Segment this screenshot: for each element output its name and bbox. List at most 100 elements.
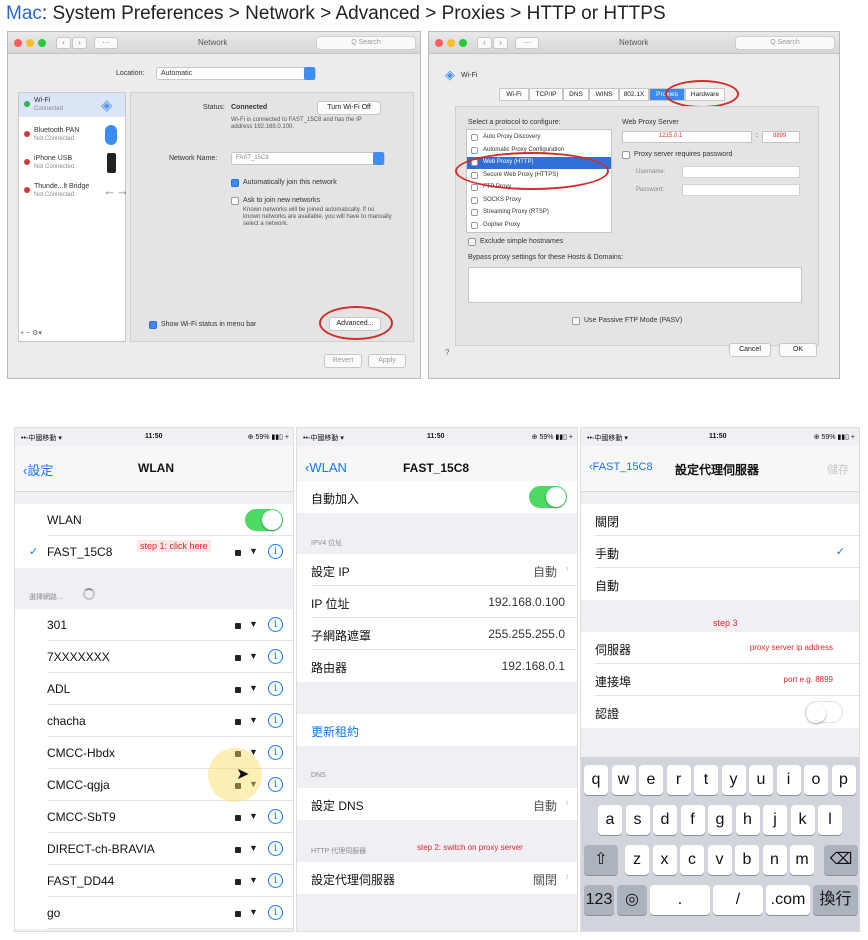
network-list-item[interactable]: ADL ▼ i xyxy=(15,673,293,705)
service-item-thunderbolt[interactable]: Thunde...lt Bridge Not Connected ←→ xyxy=(19,179,129,205)
close-button[interactable] xyxy=(435,39,443,47)
key-z[interactable]: z xyxy=(625,845,649,875)
protocol-checkbox[interactable] xyxy=(471,146,478,154)
forward-button[interactable]: › xyxy=(72,37,87,49)
key-p[interactable]: p xyxy=(831,765,856,795)
period-key[interactable]: . xyxy=(650,885,710,915)
protocol-checkbox[interactable] xyxy=(471,221,478,229)
configure-dns-row[interactable]: 設定 DNS 自動 › xyxy=(297,788,577,820)
authentication-toggle[interactable] xyxy=(805,701,843,723)
tab-tcp-ip[interactable]: TCP/IP xyxy=(529,88,563,101)
protocol-checkbox[interactable] xyxy=(471,209,478,216)
password-field[interactable] xyxy=(682,184,800,196)
info-icon[interactable]: i xyxy=(268,745,283,760)
network-list-item[interactable]: CMCC-SbT9 ▼ i xyxy=(15,801,293,833)
protocol-item[interactable]: SOCKS Proxy xyxy=(467,195,611,207)
username-field[interactable] xyxy=(682,166,800,178)
passive-ftp-checkbox[interactable] xyxy=(572,317,580,325)
key-l[interactable]: l xyxy=(818,805,842,835)
requires-password-checkbox[interactable] xyxy=(622,151,630,159)
tab-wins[interactable]: WINS xyxy=(589,88,619,101)
back-button[interactable]: ‹ xyxy=(477,37,492,49)
key-s[interactable]: s xyxy=(625,805,650,835)
search-field[interactable]: Q Search xyxy=(735,36,835,50)
show-all-button[interactable]: ⋯ xyxy=(515,37,539,49)
service-item-bluetooth[interactable]: Bluetooth PAN Not Connected xyxy=(19,123,125,149)
key-w[interactable]: w xyxy=(611,765,636,795)
apply-button[interactable]: Apply xyxy=(368,354,406,368)
key-n[interactable]: n xyxy=(762,845,787,875)
save-button[interactable]: 儲存 xyxy=(827,461,849,477)
key-f[interactable]: f xyxy=(680,805,705,835)
protocol-item[interactable]: Streaming Proxy (RTSP) xyxy=(467,207,611,219)
delete-key[interactable]: ⌫ xyxy=(824,845,858,875)
cancel-button[interactable]: Cancel xyxy=(729,343,771,357)
key-r[interactable]: r xyxy=(666,765,691,795)
port-row[interactable]: 連接埠 port e.g. 8899 xyxy=(581,664,859,696)
key-m[interactable]: m xyxy=(790,845,814,875)
proxy-auto-row[interactable]: 自動 xyxy=(581,568,859,600)
slash-key[interactable]: / xyxy=(713,885,763,915)
protocol-item[interactable]: Auto Proxy Discovery xyxy=(467,132,611,144)
proxy-manual-row[interactable]: 手動 ✓ xyxy=(581,536,859,568)
connected-network-row[interactable]: ✓ FAST_15C8 step 1: click here ▼ i xyxy=(15,536,293,568)
network-list-item[interactable]: 7XXXXXXX ▼ i xyxy=(15,641,293,673)
key-k[interactable]: k xyxy=(790,805,815,835)
back-button[interactable]: ‹ xyxy=(56,37,71,49)
proxy-server-field[interactable]: 1215.0.1 xyxy=(622,131,752,143)
info-icon[interactable]: i xyxy=(268,617,283,632)
key-a[interactable]: a xyxy=(598,805,622,835)
proxy-off-row[interactable]: 關閉 xyxy=(581,504,859,536)
key-b[interactable]: b xyxy=(735,845,759,875)
back-button[interactable]: ‹設定 xyxy=(23,460,53,479)
network-list-item[interactable]: go ▼ i xyxy=(15,897,293,929)
location-select[interactable]: Automatic xyxy=(156,67,316,80)
network-list-item[interactable]: chacha ▼ i xyxy=(15,705,293,737)
renew-lease-row[interactable]: 更新租約 xyxy=(297,714,577,746)
zoom-button[interactable] xyxy=(38,39,46,47)
key-o[interactable]: o xyxy=(804,765,828,795)
network-name-select[interactable]: FAST_15C8 xyxy=(231,152,385,165)
close-button[interactable] xyxy=(14,39,22,47)
turn-wifi-off-button[interactable]: Turn Wi-Fi Off xyxy=(317,101,381,115)
key-g[interactable]: g xyxy=(708,805,732,835)
key-t[interactable]: t xyxy=(694,765,718,795)
network-list-item[interactable]: DIRECT-ch-BRAVIA ▼ i xyxy=(15,833,293,865)
protocol-checkbox[interactable] xyxy=(471,184,478,191)
info-icon[interactable]: i xyxy=(268,544,283,559)
auto-join-checkbox[interactable] xyxy=(231,179,239,187)
shift-key[interactable]: ⇧ xyxy=(584,845,618,875)
search-field[interactable]: Q Search xyxy=(316,36,416,50)
protocol-checkbox[interactable] xyxy=(471,134,478,141)
info-icon[interactable]: i xyxy=(268,681,283,696)
protocol-checkbox[interactable] xyxy=(471,196,478,204)
key-e[interactable]: e xyxy=(639,765,663,795)
help-button[interactable]: ? xyxy=(445,348,449,357)
network-list-item[interactable]: 301 ▼ i xyxy=(15,609,293,641)
key-c[interactable]: c xyxy=(680,845,704,875)
show-all-button[interactable]: ⋯ xyxy=(94,37,118,49)
show-wifi-checkbox[interactable] xyxy=(149,321,157,329)
service-item-iphone-usb[interactable]: iPhone USB Not Connected xyxy=(19,151,125,177)
zoom-button[interactable] xyxy=(459,39,467,47)
configure-proxy-row[interactable]: 設定代理伺服器 關閉 › xyxy=(297,862,577,894)
protocol-item[interactable]: Gopher Proxy xyxy=(467,220,611,232)
tab-dns[interactable]: DNS xyxy=(563,88,589,101)
ask-join-checkbox[interactable] xyxy=(231,197,239,205)
key-i[interactable]: i xyxy=(776,765,801,795)
key-u[interactable]: u xyxy=(749,765,773,795)
configure-ip-row[interactable]: 設定 IP 自動 › xyxy=(297,554,577,586)
exclude-simple-checkbox[interactable] xyxy=(468,238,476,246)
back-button[interactable]: ‹FAST_15C8 xyxy=(589,461,653,473)
service-item-wifi[interactable]: Wi-Fi Connected ◈ xyxy=(19,93,125,117)
key-j[interactable]: j xyxy=(763,805,787,835)
forward-button[interactable]: › xyxy=(493,37,508,49)
info-icon[interactable]: i xyxy=(268,841,283,856)
bypass-hosts-textarea[interactable] xyxy=(468,267,802,303)
minimize-button[interactable] xyxy=(26,39,34,47)
service-add-remove-controls[interactable]: + − ⚙▾ xyxy=(20,329,42,337)
info-icon[interactable]: i xyxy=(268,777,283,792)
key-d[interactable]: d xyxy=(653,805,677,835)
key-v[interactable]: v xyxy=(707,845,732,875)
renew-lease-button[interactable]: 更新租約 xyxy=(311,723,359,740)
